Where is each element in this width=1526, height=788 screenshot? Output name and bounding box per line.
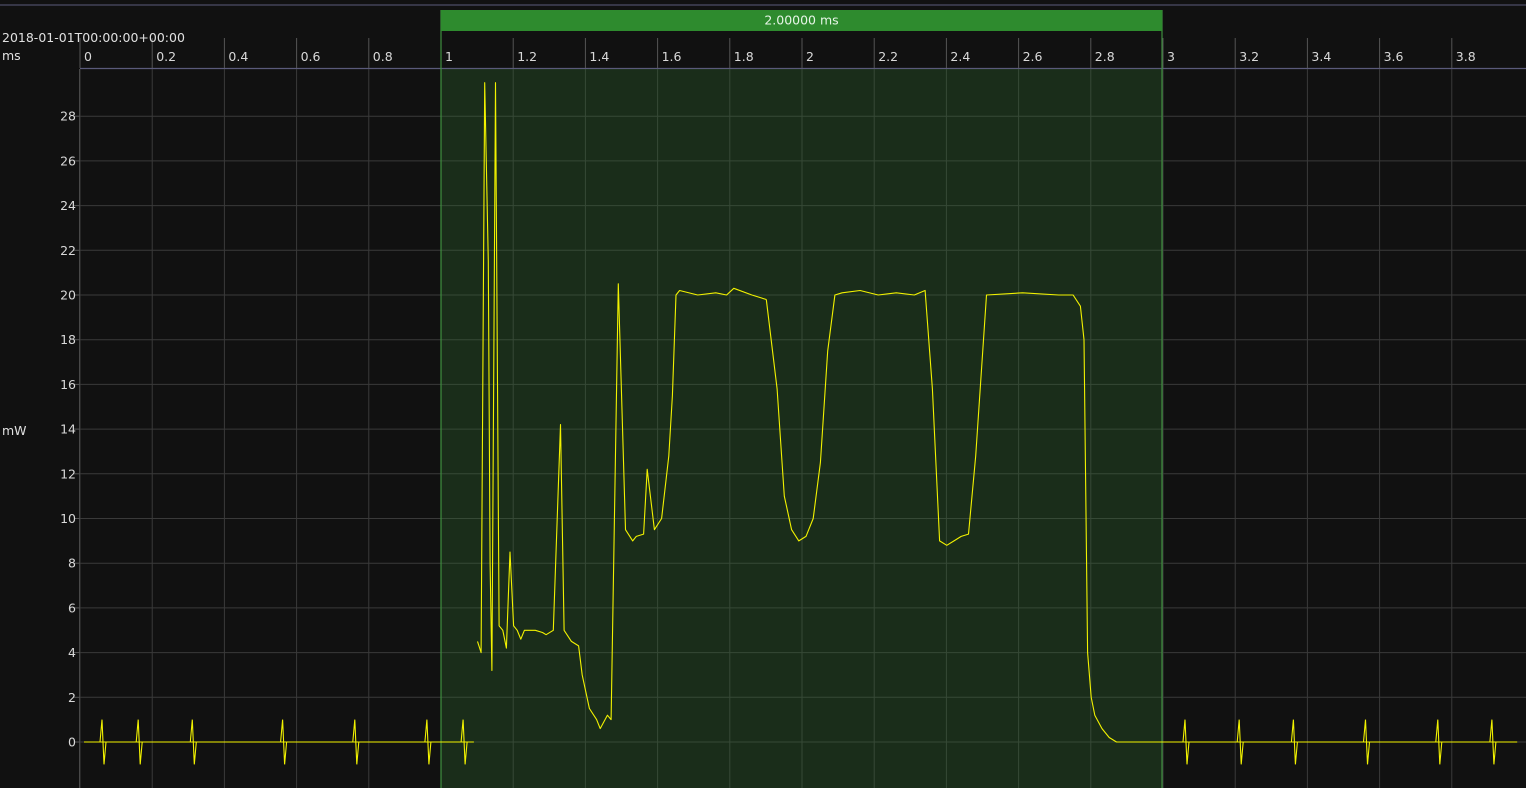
- y-tick-label: 16: [60, 377, 76, 392]
- x-tick-label: 2.4: [950, 49, 970, 64]
- y-tick-label: 0: [68, 735, 76, 750]
- x-tick-label: 2.2: [878, 49, 898, 64]
- y-tick-label: 26: [60, 153, 76, 168]
- x-tick-label: 0.4: [228, 49, 248, 64]
- y-tick-label: 28: [60, 109, 76, 124]
- y-tick-label: 22: [60, 243, 76, 258]
- y-tick-labels: 0246810121416182022242628: [60, 109, 76, 750]
- y-tick-label: 10: [60, 511, 76, 526]
- y-tick-label: 12: [60, 466, 76, 481]
- y-tick-label: 2: [68, 690, 76, 705]
- y-tick-label: 6: [68, 600, 76, 615]
- x-tick-label: 2: [806, 49, 814, 64]
- y-tick-label: 4: [68, 645, 76, 660]
- x-tick-label: 0.8: [373, 49, 393, 64]
- x-axis-unit-label: ms: [2, 48, 21, 63]
- x-tick-label: 3.8: [1456, 49, 1476, 64]
- x-tick-label: 1.8: [734, 49, 754, 64]
- timestamp-label: 2018-01-01T00:00:00+00:00: [2, 30, 185, 45]
- x-tick-label: 3.6: [1384, 49, 1404, 64]
- x-tick-label: 0.6: [301, 49, 321, 64]
- y-tick-label: 18: [60, 332, 76, 347]
- selection-region[interactable]: 2.00000 ms: [440, 10, 1163, 788]
- x-tick-label: 1.6: [662, 49, 682, 64]
- x-tick-label: 1.2: [517, 49, 537, 64]
- power-chart[interactable]: 2.00000 ms 0 0.2 0.4 0.6 0.8 1 1.2 1.4 1.6 1.8 2 2.…: [0, 0, 1526, 788]
- x-tick-label: 2.6: [1023, 49, 1043, 64]
- x-tick-label: 2.8: [1095, 49, 1115, 64]
- x-tick-label: 3.4: [1311, 49, 1331, 64]
- y-axis-unit-label: mW: [2, 423, 27, 438]
- x-tick-label: 0.2: [156, 49, 176, 64]
- x-tick-label: 1.4: [589, 49, 609, 64]
- selection-fill: [441, 69, 1162, 788]
- y-tick-label: 14: [60, 422, 76, 437]
- x-tick-label: 3.2: [1239, 49, 1259, 64]
- selection-duration-label: 2.00000 ms: [764, 13, 838, 28]
- y-tick-label: 8: [68, 556, 76, 571]
- x-tick-label: 3: [1167, 49, 1175, 64]
- y-tick-label: 20: [60, 288, 76, 303]
- x-tick-labels: 0 0.2 0.4 0.6 0.8 1 1.2 1.4 1.6 1.8 2 2.2 2.4 2.6 2.8 3…: [84, 49, 1476, 64]
- x-tick-label: 1: [445, 49, 453, 64]
- y-tick-label: 24: [60, 198, 76, 213]
- x-tick-label: 0: [84, 49, 92, 64]
